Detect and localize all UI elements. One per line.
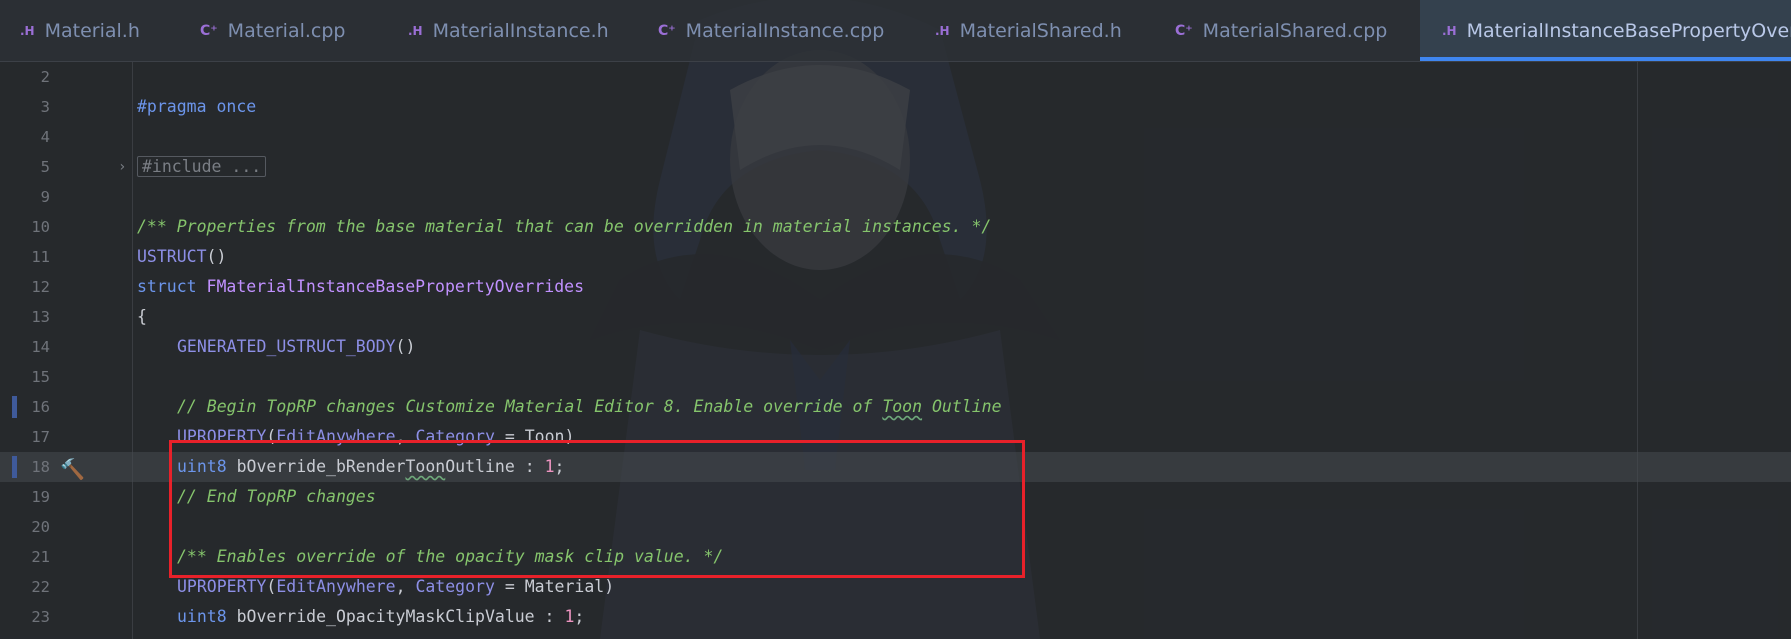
code-text: uint8 bOverride_OpacityMaskClipValue : 1…: [177, 607, 585, 626]
code-text: /** Properties from the base material th…: [137, 217, 992, 236]
code-line[interactable]: 9: [0, 182, 1791, 212]
header-file-icon: .H: [408, 23, 423, 38]
code-editor[interactable]: 2 3 #pragma once 4 5 › #include ... 9 10…: [0, 62, 1791, 639]
code-text: // Begin TopRP changes Customize Materia…: [177, 397, 1002, 416]
line-number: 4: [40, 128, 50, 146]
code-line[interactable]: 14 GENERATED_USTRUCT_BODY(): [0, 332, 1791, 362]
line-number: 9: [40, 188, 50, 206]
tab-label: MaterialShared.cpp: [1202, 19, 1388, 42]
code-line[interactable]: 5 › #include ...: [0, 152, 1791, 182]
line-number: 23: [31, 608, 50, 626]
code-line[interactable]: 15: [0, 362, 1791, 392]
line-number: 12: [31, 278, 50, 296]
tab-label: MaterialInstanceBasePropertyOverrid: [1466, 19, 1791, 42]
line-number: 13: [31, 308, 50, 326]
code-line[interactable]: 23 uint8 bOverride_OpacityMaskClipValue …: [0, 602, 1791, 632]
code-line[interactable]: 4: [0, 122, 1791, 152]
tab-label: Material.h: [44, 19, 140, 42]
code-line[interactable]: 13 {: [0, 302, 1791, 332]
line-number: 14: [31, 338, 50, 356]
line-number: 17: [31, 428, 50, 446]
code-line[interactable]: 16 // Begin TopRP changes Customize Mate…: [0, 392, 1791, 422]
line-number: 2: [40, 68, 50, 86]
line-number: 5: [40, 158, 50, 176]
code-text: USTRUCT(): [137, 247, 227, 266]
code-line[interactable]: 11 USTRUCT(): [0, 242, 1791, 272]
cpp-file-icon: C⁺: [658, 22, 676, 39]
header-file-icon: .H: [935, 23, 950, 38]
tab-label: MaterialInstance.cpp: [685, 19, 885, 42]
line-number: 19: [31, 488, 50, 506]
tab-materialshared-h[interactable]: .H MaterialShared.h: [935, 0, 1122, 61]
line-number: 16: [31, 398, 50, 416]
editor-tab-bar: .H Material.h C⁺ Material.cpp .H Materia…: [0, 0, 1791, 62]
tab-materialinstance-h[interactable]: .H MaterialInstance.h: [408, 0, 609, 61]
code-text: {: [137, 307, 147, 326]
code-line[interactable]: 10 /** Properties from the base material…: [0, 212, 1791, 242]
line-number: 10: [31, 218, 50, 236]
tab-label: MaterialShared.h: [959, 19, 1122, 42]
tab-material-h[interactable]: .H Material.h: [20, 0, 140, 61]
line-number: 22: [31, 578, 50, 596]
active-tab-indicator: [1420, 57, 1791, 61]
code-text: struct FMaterialInstanceBasePropertyOver…: [137, 277, 585, 296]
tab-label: MaterialInstance.h: [432, 19, 609, 42]
code-text: GENERATED_USTRUCT_BODY(): [177, 337, 416, 356]
tab-material-cpp[interactable]: C⁺ Material.cpp: [200, 0, 345, 61]
code-line[interactable]: 12 struct FMaterialInstanceBasePropertyO…: [0, 272, 1791, 302]
tab-label: Material.cpp: [227, 19, 346, 42]
code-text: #pragma once: [137, 97, 257, 116]
line-number: 20: [31, 518, 50, 536]
folded-region[interactable]: #include ...: [137, 156, 267, 177]
line-number: 3: [40, 98, 50, 116]
line-number: 11: [31, 248, 50, 266]
code-text: #include ...: [137, 152, 267, 182]
tab-materialinstance-cpp[interactable]: C⁺ MaterialInstance.cpp: [658, 0, 884, 61]
highlight-annotation-box: [169, 440, 1025, 578]
header-file-icon: .H: [20, 23, 35, 38]
line-number: 18: [31, 458, 50, 476]
tab-materialshared-cpp[interactable]: C⁺ MaterialShared.cpp: [1175, 0, 1387, 61]
header-file-icon: .H: [1442, 23, 1457, 38]
code-line[interactable]: 3 #pragma once: [0, 92, 1791, 122]
hammer-icon[interactable]: 🔨: [60, 454, 85, 484]
cpp-file-icon: C⁺: [200, 22, 218, 39]
line-number: 21: [31, 548, 50, 566]
cpp-file-icon: C⁺: [1175, 22, 1193, 39]
code-line[interactable]: 2: [0, 62, 1791, 92]
line-number: 15: [31, 368, 50, 386]
tab-materialinstancebasepropertyoverrides-h[interactable]: .H MaterialInstanceBasePropertyOverrid: [1420, 0, 1791, 61]
fold-chevron-icon[interactable]: ›: [118, 152, 126, 182]
